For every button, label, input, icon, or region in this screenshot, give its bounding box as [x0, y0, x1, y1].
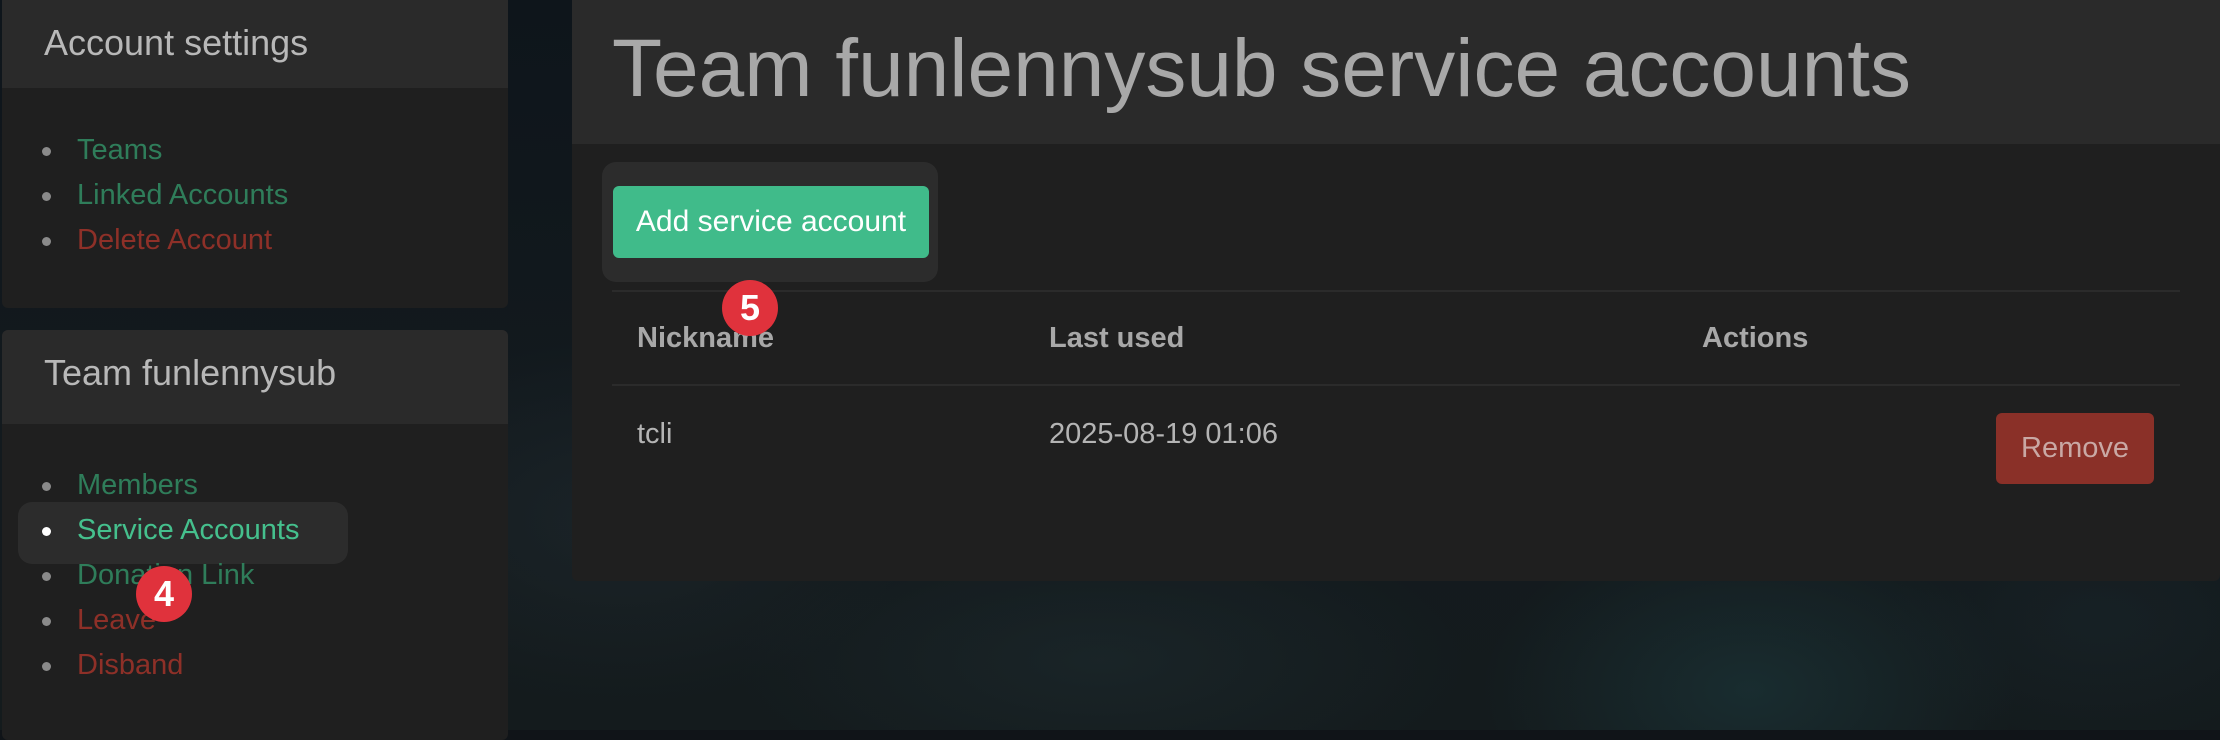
bullet-icon — [42, 527, 51, 536]
sidebar-item-label[interactable]: Members — [77, 463, 198, 508]
column-header-actions: Actions — [1702, 322, 1809, 354]
table-top-divider — [612, 290, 2180, 292]
sidebar-item-delete-account[interactable]: Delete Account — [2, 218, 402, 263]
account-settings-heading: Account settings — [2, 0, 508, 88]
cell-last-used: 2025-08-19 01:06 — [1049, 418, 1278, 450]
sidebar-item-linked-accounts[interactable]: Linked Accounts — [2, 173, 402, 218]
account-settings-title: Account settings — [44, 22, 309, 63]
bullet-icon — [42, 147, 51, 156]
sidebar-item-service-accounts[interactable]: Service Accounts — [2, 508, 402, 553]
sidebar-item-disband[interactable]: Disband — [2, 643, 402, 688]
bullet-icon — [42, 617, 51, 626]
sidebar-item-label[interactable]: Service Accounts — [77, 508, 299, 553]
sidebar-item-members[interactable]: Members — [2, 463, 402, 508]
bullet-icon — [42, 662, 51, 671]
column-header-last-used: Last used — [1049, 322, 1185, 354]
annotation-badge-5: 5 — [722, 280, 778, 336]
sidebar-item-label[interactable]: Teams — [77, 128, 162, 173]
add-service-account-button[interactable]: Add service account — [613, 186, 929, 258]
bullet-icon — [42, 237, 51, 246]
bullet-icon — [42, 192, 51, 201]
sidebar-item-teams[interactable]: Teams — [2, 128, 402, 173]
annotation-badge-4: 4 — [136, 566, 192, 622]
bullet-icon — [42, 482, 51, 491]
sidebar-item-label[interactable]: Delete Account — [77, 218, 272, 263]
cell-nickname: tcli — [637, 418, 673, 450]
table-header-divider — [612, 384, 2180, 386]
team-title: Team funlennysub — [44, 352, 337, 393]
team-heading: Team funlennysub — [2, 330, 508, 424]
sidebar-item-donation-link[interactable]: Donation Link — [2, 553, 402, 598]
bullet-icon — [42, 572, 51, 581]
account-settings-panel: Account settings Teams Linked Accounts D… — [2, 0, 508, 308]
remove-button[interactable]: Remove — [1996, 413, 2154, 484]
page-title: Team funlennysub service accounts — [612, 23, 1912, 114]
sidebar-item-label[interactable]: Disband — [77, 643, 183, 688]
sidebar-item-label[interactable]: Linked Accounts — [77, 173, 288, 218]
sidebar-item-leave[interactable]: Leave — [2, 598, 402, 643]
